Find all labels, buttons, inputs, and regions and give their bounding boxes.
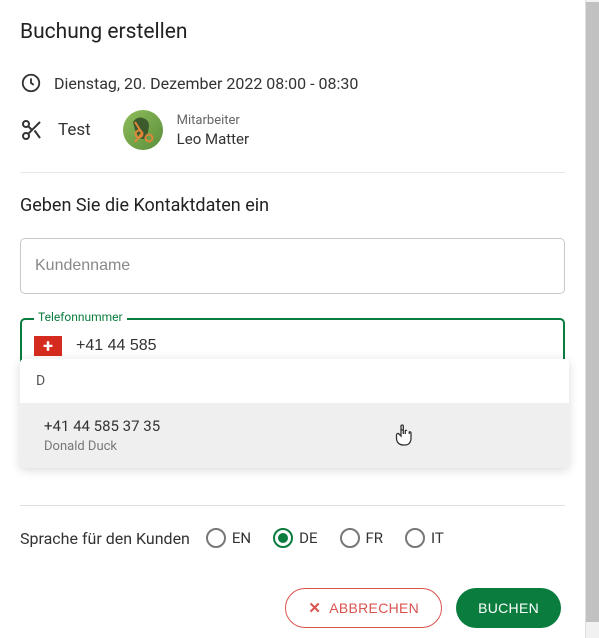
datetime-row: Dienstag, 20. Dezember 2022 08:00 - 08:3… xyxy=(20,72,565,94)
page-title: Buchung erstellen xyxy=(20,20,565,44)
language-row: Sprache für den Kunden EN DE FR IT xyxy=(20,528,565,548)
scrollbar[interactable] xyxy=(585,0,599,638)
dropdown-item-name: Donald Duck xyxy=(44,439,545,454)
autocomplete-dropdown: D +41 44 585 37 35 Donald Duck xyxy=(20,359,569,468)
employee-avatar xyxy=(123,110,163,150)
phone-input-label: Telefonnummer xyxy=(34,310,127,324)
datetime-text: Dienstag, 20. Dezember 2022 08:00 - 08:3… xyxy=(54,74,358,93)
phone-input[interactable] xyxy=(76,337,551,355)
radio-label: EN xyxy=(232,529,251,547)
language-label: Sprache für den Kunden xyxy=(20,529,190,548)
submit-button-label: BUCHEN xyxy=(478,600,539,616)
clock-icon xyxy=(20,72,42,94)
scissors-icon xyxy=(20,118,44,142)
radio-circle-icon xyxy=(273,528,293,548)
radio-label: FR xyxy=(366,529,384,547)
dropdown-item[interactable]: +41 44 585 37 35 Donald Duck xyxy=(20,403,569,468)
radio-circle-icon xyxy=(405,528,425,548)
employee-label: Mitarbeiter xyxy=(177,113,249,128)
radio-label: IT xyxy=(431,529,444,547)
scrollbar-thumb[interactable] xyxy=(586,2,599,622)
radio-circle-icon xyxy=(340,528,360,548)
radio-it[interactable]: IT xyxy=(405,528,454,548)
radio-circle-icon xyxy=(206,528,226,548)
close-icon: ✕ xyxy=(308,599,321,617)
service-row: Test Mitarbeiter Leo Matter xyxy=(20,110,565,173)
radio-en[interactable]: EN xyxy=(206,528,261,548)
contact-section-title: Geben Sie die Kontaktdaten ein xyxy=(20,195,565,216)
radio-fr[interactable]: FR xyxy=(340,528,394,548)
submit-button[interactable]: BUCHEN xyxy=(456,588,561,628)
cancel-button[interactable]: ✕ ABBRECHEN xyxy=(285,588,442,628)
employee-name: Leo Matter xyxy=(177,130,249,148)
customer-name-input[interactable] xyxy=(20,238,565,294)
radio-de[interactable]: DE xyxy=(273,528,327,548)
service-name: Test xyxy=(58,120,91,140)
radio-label: DE xyxy=(299,529,317,547)
dropdown-filter-text: D xyxy=(20,359,569,403)
flag-ch-icon[interactable] xyxy=(34,336,62,356)
cursor-pointer-icon xyxy=(394,423,414,451)
dropdown-item-phone: +41 44 585 37 35 xyxy=(44,417,545,435)
cancel-button-label: ABBRECHEN xyxy=(329,600,419,616)
